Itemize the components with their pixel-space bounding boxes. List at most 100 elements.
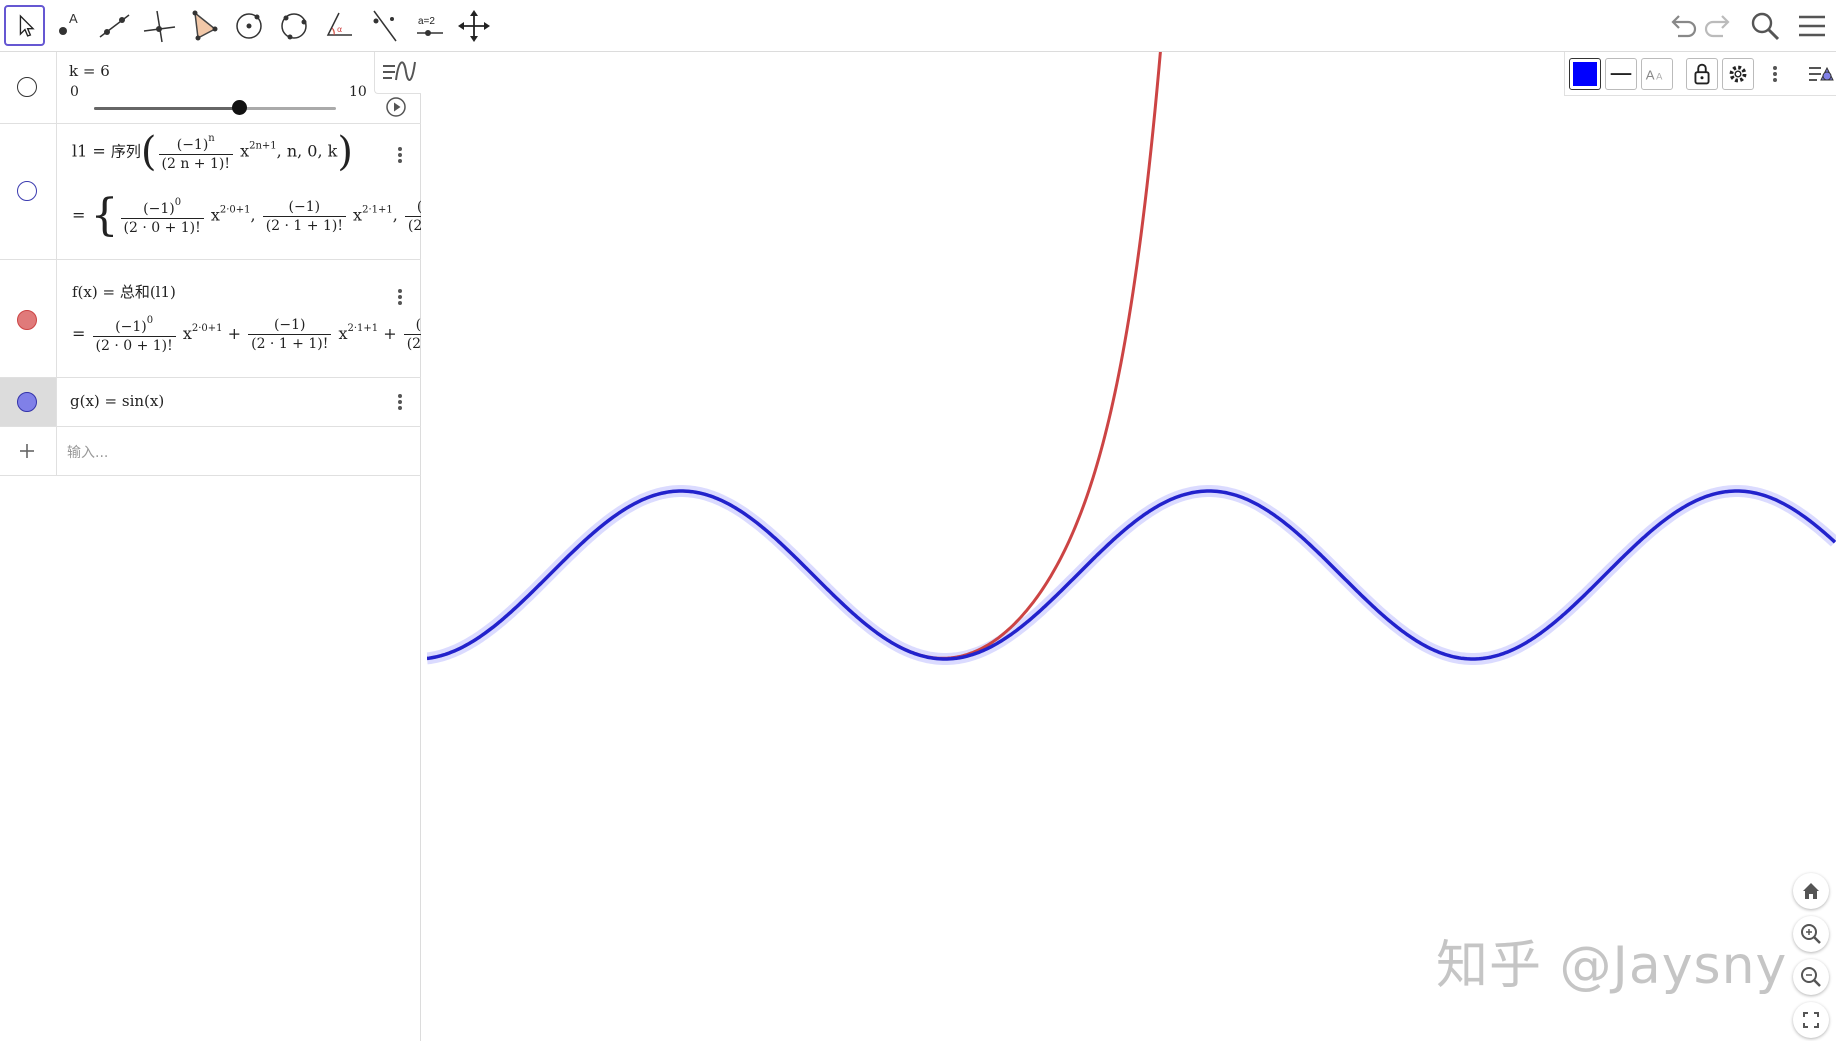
zoom-in-button[interactable] [1793, 916, 1829, 952]
l1-function-name: 序列 [110, 142, 141, 161]
l1-frac-num-exp: n [208, 132, 215, 144]
f-item-1-num: (−1) [273, 317, 306, 333]
marble-column [0, 260, 57, 377]
zoom-out-icon [1801, 967, 1821, 987]
graph-canvas[interactable] [427, 52, 1836, 1041]
l1-result-eq: = [72, 205, 86, 225]
undo-icon [1671, 15, 1697, 38]
line-style-button[interactable] [1605, 58, 1637, 90]
f-item-1-den: (2 · 1 + 1)! [251, 336, 329, 352]
l1-result: = {(−1)0 (2 · 0 + 1)! x2·0+1, (−1) (2 · 1 … [72, 194, 421, 238]
play-icon [386, 97, 406, 117]
algebra-row-f[interactable]: f(x) = 总和(l1) = (−1)0 (2 · 0 + 1)! x2·0+1… [0, 260, 421, 378]
main-menu-button[interactable] [1794, 8, 1830, 44]
visibility-toggle-g[interactable] [17, 392, 37, 412]
algebra-view-toggle-button[interactable] [374, 52, 421, 94]
plus-icon [20, 444, 34, 458]
visibility-toggle-f[interactable] [17, 310, 37, 330]
redo-button[interactable] [1701, 8, 1737, 44]
f-more-menu-button[interactable] [397, 287, 403, 307]
l1-definition-prefix: l1 = [72, 141, 106, 161]
g-curve[interactable] [427, 489, 1836, 661]
g-curve-highlight [427, 485, 1836, 665]
marble-column [0, 52, 57, 123]
l1-frac-num: (−1) [176, 136, 209, 153]
add-item-button[interactable] [17, 441, 37, 461]
l1-args: , n, 0, k [276, 141, 338, 161]
marble-column [0, 378, 57, 426]
svg-text:A: A [69, 11, 78, 26]
slider-thumb[interactable] [231, 100, 247, 115]
l1-item-0-num: (−1) [143, 200, 175, 217]
f-item-0-num: (−1) [115, 319, 147, 335]
settings-button[interactable] [1722, 58, 1754, 90]
angle-tool-button[interactable]: α [319, 5, 360, 46]
circle-through-points-tool-button[interactable] [274, 5, 315, 46]
line-style-icon [1610, 73, 1632, 75]
l1-item-0-exp: 2·0+1 [219, 204, 251, 216]
g-more-menu-button[interactable] [397, 392, 403, 412]
home-icon [1803, 883, 1819, 899]
algebra-input-field[interactable]: 输入... [67, 442, 108, 462]
style-bar-more-button[interactable] [1772, 64, 1778, 84]
input-content: 输入... [57, 427, 421, 475]
graphics-style-toggle-icon [1809, 66, 1834, 81]
lock-button[interactable] [1686, 58, 1718, 90]
standard-view-button[interactable] [1793, 873, 1829, 909]
visibility-toggle-k[interactable] [17, 77, 37, 97]
slider-max-label: 10 [349, 84, 367, 100]
color-button[interactable] [1569, 58, 1601, 90]
circle-center-icon [236, 13, 262, 39]
redo-icon [1704, 15, 1730, 38]
visibility-toggle-l1[interactable] [17, 181, 37, 201]
l1-more-menu-button[interactable] [397, 145, 403, 165]
polygon-tool-button[interactable] [184, 5, 225, 46]
l1-item-1-den: (2 · 1 + 1)! [265, 217, 343, 234]
lock-icon [1694, 63, 1710, 85]
f-item-0-den: (2 · 0 + 1)! [95, 338, 173, 354]
zoom-in-icon [1801, 924, 1821, 944]
f-item-2-den: (2 · [406, 336, 421, 352]
line-tool-button[interactable] [94, 5, 135, 46]
slider-icon: a=2 [417, 16, 443, 36]
svg-text:A: A [1656, 72, 1663, 82]
f-content: f(x) = 总和(l1) = (−1)0 (2 · 0 + 1)! x2·0+1… [57, 260, 421, 377]
f-item-1-exp: 2·1+1 [347, 323, 379, 334]
l1-content: l1 = 序列((−1)n (2 n + 1)! x2n+1, n, 0, k) … [57, 124, 421, 259]
circle-tool-button[interactable] [229, 5, 270, 46]
undo-button[interactable] [1664, 8, 1700, 44]
algebra-input-row[interactable]: 输入... [0, 427, 421, 476]
reflect-tool-button[interactable] [364, 5, 405, 46]
fullscreen-button[interactable] [1793, 1002, 1829, 1038]
perpendicular-line-icon [143, 10, 176, 43]
l1-frac-den: (2 n + 1)! [161, 155, 230, 172]
marble-column [0, 124, 57, 259]
angle-icon: α [326, 12, 352, 36]
g-definition: g(x) = sin(x) [70, 392, 165, 410]
label-style-button[interactable]: AA [1641, 58, 1673, 90]
point-tool-button[interactable]: A [49, 5, 90, 46]
slider-label: k = 6 [69, 62, 110, 80]
perpendicular-line-tool-button[interactable] [139, 5, 180, 46]
l1-item-2-num: ( [404, 199, 421, 217]
algebra-row-g[interactable]: g(x) = sin(x) [0, 378, 421, 427]
gear-icon [1729, 65, 1747, 83]
zoom-out-button[interactable] [1793, 959, 1829, 995]
f-definition: f(x) = 总和(l1) [72, 283, 176, 301]
move-arrows-icon [458, 10, 490, 42]
g-content: g(x) = sin(x) [57, 378, 421, 426]
search-button[interactable] [1747, 8, 1783, 44]
slider-tool-label: a=2 [418, 16, 435, 27]
l1-definition: l1 = 序列((−1)n (2 n + 1)! x2n+1, n, 0, k) [72, 129, 353, 175]
move-tool-button[interactable] [4, 5, 45, 46]
l1-item-1-exp: 2·1+1 [362, 204, 393, 216]
move-graphics-view-tool-button[interactable] [454, 5, 495, 46]
arrow-cursor-icon [19, 14, 35, 37]
graphics-settings-toggle-button[interactable] [1805, 60, 1836, 88]
graphics-view[interactable] [427, 52, 1836, 1041]
line-icon [99, 14, 130, 38]
play-button[interactable] [385, 96, 407, 118]
l1-item-0-num-exp: 0 [174, 196, 182, 208]
slider-tool-button[interactable]: a=2 [409, 5, 450, 46]
algebra-row-l1[interactable]: l1 = 序列((−1)n (2 n + 1)! x2n+1, n, 0, k) … [0, 124, 421, 260]
